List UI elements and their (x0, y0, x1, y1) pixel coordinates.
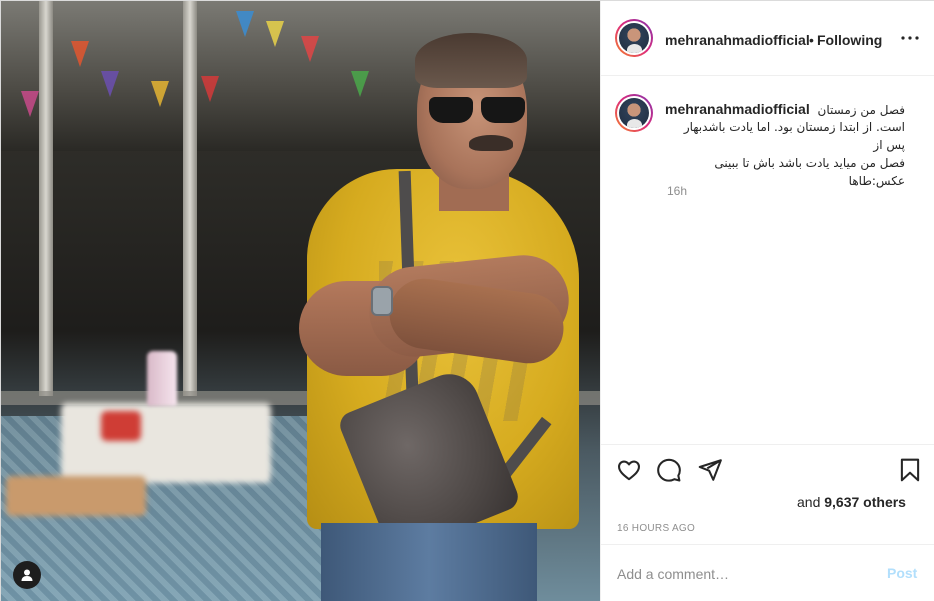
bookmark-icon (900, 458, 920, 482)
post-timestamp[interactable]: 16 HOURS AGO (617, 523, 695, 534)
hair (415, 33, 527, 88)
caption-area: mehranahmadiofficial فصل من زمستان است. … (601, 77, 934, 443)
comment-icon (657, 458, 681, 482)
post-details-panel: mehranahmadiofficial • Following mehrana… (600, 1, 934, 601)
heart-icon (618, 460, 640, 481)
post-actions: and 9,637 others 16 HOURS AGO (601, 444, 934, 544)
post-photo[interactable] (1, 1, 600, 601)
author-avatar[interactable] (615, 19, 653, 57)
instagram-post: mehranahmadiofficial • Following mehrana… (0, 0, 934, 601)
caption-avatar[interactable] (615, 94, 653, 132)
likes-others[interactable]: 9,637 others (824, 494, 906, 510)
following-button[interactable]: Following (817, 32, 882, 48)
user-tag-button[interactable] (13, 561, 41, 589)
post-header: mehranahmadiofficial • Following (601, 1, 934, 76)
caption-text: mehranahmadiofficial فصل من زمستان است. … (665, 100, 905, 190)
save-button[interactable] (897, 457, 923, 483)
caption-username[interactable]: mehranahmadiofficial (665, 100, 810, 118)
author-username[interactable]: mehranahmadiofficial (665, 32, 810, 48)
post-comment-button[interactable]: Post (887, 565, 917, 581)
jeans (321, 523, 537, 601)
caption-line: عکس:طاها (848, 174, 905, 188)
comment-button[interactable] (656, 457, 682, 483)
blurred-chair (6, 476, 146, 516)
background-pole (183, 1, 197, 396)
mustache (469, 135, 513, 151)
man-figure (299, 31, 584, 601)
like-button[interactable] (616, 457, 642, 483)
likes-prefix: and (797, 494, 825, 510)
sunglasses (429, 97, 527, 123)
blurred-table (61, 403, 271, 483)
spray-bottle (147, 351, 177, 406)
caption-line: فصل من زمستان (817, 103, 905, 117)
header-separator: • (809, 32, 814, 48)
background-pole (39, 1, 53, 396)
share-button[interactable] (697, 457, 723, 483)
more-options-button[interactable] (898, 28, 922, 48)
more-horizontal-icon (901, 36, 919, 40)
comment-form: Post (601, 544, 934, 601)
blurred-object (101, 411, 141, 441)
wrist-watch (371, 286, 393, 316)
comment-input[interactable] (617, 563, 877, 585)
user-tag-icon (21, 569, 33, 581)
caption-line: فصل من میاید یادت باشد باش تا ببینی (714, 156, 905, 170)
paper-plane-icon (698, 459, 722, 481)
likes-count[interactable]: and 9,637 others (797, 494, 906, 510)
caption-time[interactable]: 16h (667, 184, 687, 198)
caption-line: است. از ابتدا زمستان بود. اما یادت باشدب… (683, 120, 905, 152)
